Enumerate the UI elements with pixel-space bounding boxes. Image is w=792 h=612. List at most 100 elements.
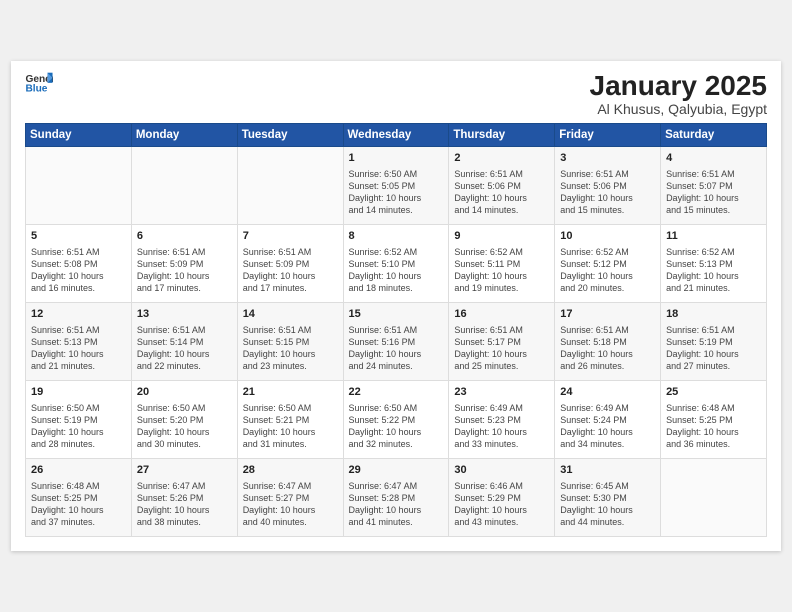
calendar-cell: 24Sunrise: 6:49 AM Sunset: 5:24 PM Dayli…: [555, 381, 661, 459]
day-number: 9: [454, 229, 549, 244]
day-number: 27: [137, 463, 232, 478]
day-number: 11: [666, 229, 761, 244]
day-number: 2: [454, 151, 549, 166]
calendar-cell: [131, 147, 237, 225]
calendar-cell: 6 Sunrise: 6:51 AM Sunset: 5:09 PM Daylig…: [131, 225, 237, 303]
day-info: Sunrise: 6:51 AM Sunset: 5:16 PM Dayligh…: [349, 324, 444, 373]
day-info: Sunrise: 6:50 AM Sunset: 5:22 PM Dayligh…: [349, 402, 444, 451]
day-info: Sunrise: 6:47 AM Sunset: 5:28 PM Dayligh…: [349, 480, 444, 529]
day-info: Sunrise: 6:51 AM Sunset: 5:15 PM Dayligh…: [243, 324, 338, 373]
calendar-week-row: 12 Sunrise: 6:51 AM Sunset: 5:13 PM Dayli…: [26, 303, 767, 381]
calendar-cell: 16Sunrise: 6:51 AM Sunset: 5:17 PM Dayli…: [449, 303, 555, 381]
day-number: 29: [349, 463, 444, 478]
day-number: 23: [454, 385, 549, 400]
logo: General Blue: [25, 71, 53, 93]
day-info: Sunrise: 6:51 AM Sunset: 5:09 PM Dayligh…: [137, 246, 232, 295]
calendar-cell: 2 Sunrise: 6:51 AM Sunset: 5:06 PM Daylig…: [449, 147, 555, 225]
calendar-cell: 11Sunrise: 6:52 AM Sunset: 5:13 PM Dayli…: [661, 225, 767, 303]
weekday-header-row: SundayMondayTuesdayWednesdayThursdayFrid…: [26, 124, 767, 147]
day-number: 28: [243, 463, 338, 478]
day-info: Sunrise: 6:51 AM Sunset: 5:06 PM Dayligh…: [560, 168, 655, 217]
day-number: 22: [349, 385, 444, 400]
day-info: Sunrise: 6:51 AM Sunset: 5:18 PM Dayligh…: [560, 324, 655, 373]
day-info: Sunrise: 6:50 AM Sunset: 5:19 PM Dayligh…: [31, 402, 126, 451]
calendar-cell: 31 Sunrise: 6:45 AM Sunset: 5:30 PM Dayli…: [555, 459, 661, 537]
day-number: 13: [137, 307, 232, 322]
day-info: Sunrise: 6:50 AM Sunset: 5:20 PM Dayligh…: [137, 402, 232, 451]
month-title: January 2025: [590, 71, 767, 102]
day-info: Sunrise: 6:46 AM Sunset: 5:29 PM Dayligh…: [454, 480, 549, 529]
calendar-cell: [237, 147, 343, 225]
calendar-cell: 27 Sunrise: 6:47 AM Sunset: 5:26 PM Dayli…: [131, 459, 237, 537]
day-number: 8: [349, 229, 444, 244]
calendar-cell: 12 Sunrise: 6:51 AM Sunset: 5:13 PM Dayli…: [26, 303, 132, 381]
day-info: Sunrise: 6:47 AM Sunset: 5:27 PM Dayligh…: [243, 480, 338, 529]
day-number: 30: [454, 463, 549, 478]
day-info: Sunrise: 6:51 AM Sunset: 5:17 PM Dayligh…: [454, 324, 549, 373]
title-area: January 2025 Al Khusus, Qalyubia, Egypt: [590, 71, 767, 118]
day-number: 31: [560, 463, 655, 478]
day-info: Sunrise: 6:51 AM Sunset: 5:13 PM Dayligh…: [31, 324, 126, 373]
day-number: 14: [243, 307, 338, 322]
calendar-cell: 20 Sunrise: 6:50 AM Sunset: 5:20 PM Dayli…: [131, 381, 237, 459]
weekday-header-friday: Friday: [555, 124, 661, 147]
day-number: 4: [666, 151, 761, 166]
weekday-header-wednesday: Wednesday: [343, 124, 449, 147]
day-number: 18: [666, 307, 761, 322]
day-number: 20: [137, 385, 232, 400]
day-info: Sunrise: 6:52 AM Sunset: 5:10 PM Dayligh…: [349, 246, 444, 295]
day-number: 1: [349, 151, 444, 166]
day-info: Sunrise: 6:51 AM Sunset: 5:14 PM Dayligh…: [137, 324, 232, 373]
calendar-week-row: 19 Sunrise: 6:50 AM Sunset: 5:19 PM Dayli…: [26, 381, 767, 459]
day-number: 5: [31, 229, 126, 244]
day-number: 6: [137, 229, 232, 244]
calendar-cell: 26 Sunrise: 6:48 AM Sunset: 5:25 PM Dayli…: [26, 459, 132, 537]
calendar-cell: 29 Sunrise: 6:47 AM Sunset: 5:28 PM Dayli…: [343, 459, 449, 537]
calendar-cell: 30 Sunrise: 6:46 AM Sunset: 5:29 PM Dayli…: [449, 459, 555, 537]
day-info: Sunrise: 6:47 AM Sunset: 5:26 PM Dayligh…: [137, 480, 232, 529]
calendar-cell: 22 Sunrise: 6:50 AM Sunset: 5:22 PM Dayli…: [343, 381, 449, 459]
calendar-cell: 8 Sunrise: 6:52 AM Sunset: 5:10 PM Daylig…: [343, 225, 449, 303]
day-number: 19: [31, 385, 126, 400]
day-info: Sunrise: 6:49 AM Sunset: 5:24 PM Dayligh…: [560, 402, 655, 451]
day-info: Sunrise: 6:51 AM Sunset: 5:08 PM Dayligh…: [31, 246, 126, 295]
day-number: 26: [31, 463, 126, 478]
calendar-week-row: 1 Sunrise: 6:50 AM Sunset: 5:05 PM Daylig…: [26, 147, 767, 225]
day-info: Sunrise: 6:51 AM Sunset: 5:06 PM Dayligh…: [454, 168, 549, 217]
day-number: 10: [560, 229, 655, 244]
calendar-cell: 19 Sunrise: 6:50 AM Sunset: 5:19 PM Dayli…: [26, 381, 132, 459]
day-info: Sunrise: 6:48 AM Sunset: 5:25 PM Dayligh…: [31, 480, 126, 529]
calendar-table: SundayMondayTuesdayWednesdayThursdayFrid…: [25, 123, 767, 537]
weekday-header-tuesday: Tuesday: [237, 124, 343, 147]
svg-text:Blue: Blue: [25, 83, 47, 93]
header-area: General Blue January 2025 Al Khusus, Qal…: [25, 71, 767, 118]
day-info: Sunrise: 6:51 AM Sunset: 5:09 PM Dayligh…: [243, 246, 338, 295]
calendar-cell: 1 Sunrise: 6:50 AM Sunset: 5:05 PM Daylig…: [343, 147, 449, 225]
day-info: Sunrise: 6:52 AM Sunset: 5:12 PM Dayligh…: [560, 246, 655, 295]
weekday-header-sunday: Sunday: [26, 124, 132, 147]
weekday-header-saturday: Saturday: [661, 124, 767, 147]
day-info: Sunrise: 6:51 AM Sunset: 5:07 PM Dayligh…: [666, 168, 761, 217]
calendar-cell: [661, 459, 767, 537]
day-info: Sunrise: 6:50 AM Sunset: 5:05 PM Dayligh…: [349, 168, 444, 217]
calendar-cell: 10 Sunrise: 6:52 AM Sunset: 5:12 PM Dayli…: [555, 225, 661, 303]
day-number: 17: [560, 307, 655, 322]
day-number: 25: [666, 385, 761, 400]
day-info: Sunrise: 6:49 AM Sunset: 5:23 PM Dayligh…: [454, 402, 549, 451]
calendar-cell: 9Sunrise: 6:52 AM Sunset: 5:11 PM Daylig…: [449, 225, 555, 303]
weekday-header-monday: Monday: [131, 124, 237, 147]
day-info: Sunrise: 6:51 AM Sunset: 5:19 PM Dayligh…: [666, 324, 761, 373]
day-number: 15: [349, 307, 444, 322]
day-number: 21: [243, 385, 338, 400]
calendar-cell: 4 Sunrise: 6:51 AM Sunset: 5:07 PM Daylig…: [661, 147, 767, 225]
location-title: Al Khusus, Qalyubia, Egypt: [590, 101, 767, 117]
calendar-cell: 7Sunrise: 6:51 AM Sunset: 5:09 PM Daylig…: [237, 225, 343, 303]
day-number: 12: [31, 307, 126, 322]
day-number: 3: [560, 151, 655, 166]
calendar-cell: 18 Sunrise: 6:51 AM Sunset: 5:19 PM Dayli…: [661, 303, 767, 381]
calendar-cell: 23 Sunrise: 6:49 AM Sunset: 5:23 PM Dayli…: [449, 381, 555, 459]
day-info: Sunrise: 6:45 AM Sunset: 5:30 PM Dayligh…: [560, 480, 655, 529]
calendar-cell: 13 Sunrise: 6:51 AM Sunset: 5:14 PM Dayli…: [131, 303, 237, 381]
day-info: Sunrise: 6:50 AM Sunset: 5:21 PM Dayligh…: [243, 402, 338, 451]
calendar-container: General Blue January 2025 Al Khusus, Qal…: [11, 61, 781, 552]
